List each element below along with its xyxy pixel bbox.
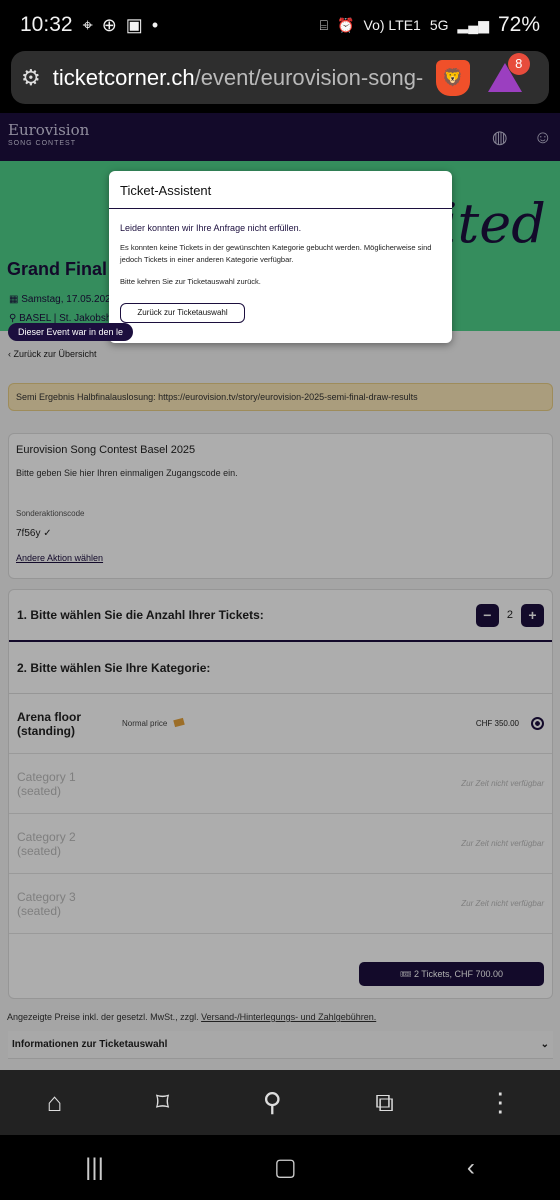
home-icon[interactable]: ⌂ <box>47 1087 63 1118</box>
url-domain: ticketcorner.ch <box>52 64 195 90</box>
tabs-icon[interactable]: ⧉ <box>375 1087 394 1119</box>
brave-lion-icon[interactable]: 🦁 <box>435 59 470 96</box>
rewards-badge: 8 <box>507 52 530 75</box>
system-nav-bar: ||| ▢ ‹ <box>0 1135 560 1200</box>
dot-icon: • <box>151 14 159 35</box>
back-nav-icon[interactable]: ‹ <box>467 1154 475 1182</box>
dialog-message: Leider konnten wir Ihre Anfrage nicht er… <box>120 223 302 233</box>
status-bar: 10:32 ⌖ ⊕ ▣ • ⌸ ⏰ Vo) LTE1 5G ▂▄▆ 72% <box>0 0 560 50</box>
address-bar[interactable]: ⚙ ticketcorner.ch/event/eurovision-song-… <box>11 51 549 104</box>
add-icon: ⊕ <box>101 14 117 35</box>
image-icon: ▣ <box>125 14 143 35</box>
bed-icon: ⌸ <box>319 16 329 33</box>
ticket-assistant-dialog: Ticket-Assistent Leider konnten wir Ihre… <box>109 171 452 343</box>
phone-screen: 10:32 ⌖ ⊕ ▣ • ⌸ ⏰ Vo) LTE1 5G ▂▄▆ 72% ⚙ … <box>0 0 560 1200</box>
search-icon[interactable]: ⚲ <box>263 1087 282 1118</box>
battery-level: 72% <box>497 13 540 36</box>
menu-icon[interactable]: ⋮ <box>487 1087 513 1118</box>
url-path: /event/eurovision-song- <box>194 64 424 90</box>
status-notification-icons: ⌖ ⊕ ▣ • <box>83 15 159 36</box>
dialog-title: Ticket-Assistent <box>109 171 452 209</box>
dialog-detail: Es konnten keine Tickets in der gewünsch… <box>120 243 432 264</box>
rewards-icon[interactable]: 8 <box>487 52 530 93</box>
recents-icon[interactable]: ||| <box>85 1154 104 1182</box>
alarm-icon: ⏰ <box>337 16 355 33</box>
back-to-selection-button[interactable]: Zurück zur Ticketauswahl <box>120 303 245 323</box>
network-label: Vo) LTE1 <box>363 17 421 33</box>
past-event-badge: Dieser Event war in den le <box>8 323 134 341</box>
location-icon: ⌖ <box>82 14 93 35</box>
tune-icon[interactable]: ⚙ <box>21 65 41 91</box>
url-text[interactable]: ticketcorner.ch/event/eurovision-song- <box>53 65 428 91</box>
signal-icon: ▂▄▆ <box>457 16 489 33</box>
network-type: 5G <box>429 17 449 33</box>
home-nav-icon[interactable]: ▢ <box>274 1153 297 1182</box>
bookmark-icon[interactable]: ⌑ <box>156 1087 169 1118</box>
browser-toolbar: ⌂ ⌑ ⚲ ⧉ ⋮ <box>0 1070 560 1135</box>
status-time: 10:32 <box>20 13 73 36</box>
status-right: ⌸ ⏰ Vo) LTE1 5G ▂▄▆ 72% <box>320 13 540 37</box>
dialog-instruction: Bitte kehren Sie zur Ticketauswahl zurüc… <box>120 277 261 286</box>
